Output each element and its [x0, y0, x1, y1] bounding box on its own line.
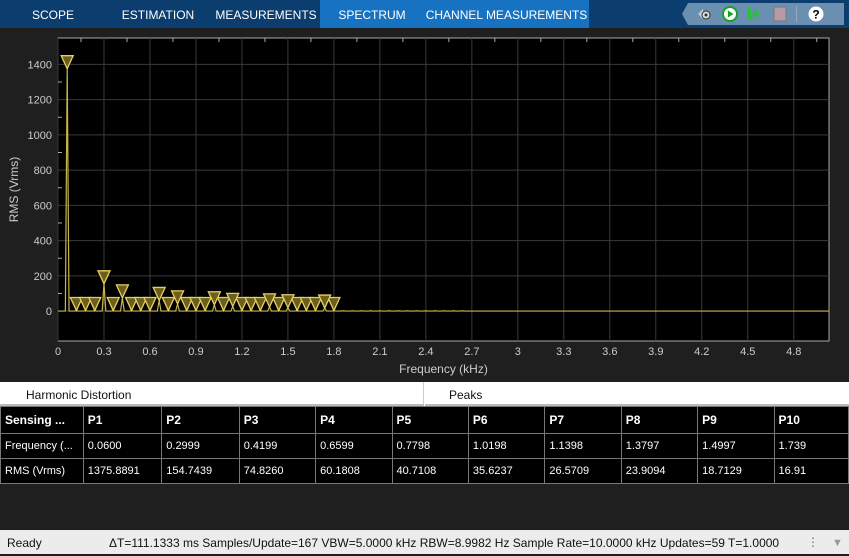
x-tick-label: 2.4: [418, 346, 433, 358]
column-header[interactable]: P8: [620, 406, 699, 434]
tab-estimation[interactable]: ESTIMATION: [110, 0, 206, 28]
x-tick-label: 1.2: [234, 346, 249, 358]
table-cell: 1.739: [773, 433, 849, 459]
y-tick-label: 1000: [28, 130, 52, 142]
y-axis-label: RMS (Vrms): [7, 157, 21, 223]
spectrum-chart[interactable]: 0 0.3 0.6 0.9 1.2 1.5 1.8 2.1 2.4 2.7 3 3.3 3.6 3.9 4.…: [0, 28, 849, 380]
column-header[interactable]: P6: [467, 406, 546, 434]
table-cell: 1.0198: [467, 433, 546, 459]
table-cell: 0.4199: [238, 433, 317, 459]
table-cell: 16.91: [773, 458, 849, 484]
table-header-row: Sensing ... P1 P2 P3 P4 P5 P6 P7 P8 P9 P10: [0, 406, 849, 434]
settings-icon[interactable]: [696, 6, 712, 22]
expand-icon[interactable]: ▼: [832, 530, 843, 556]
tab-harmonic-distortion[interactable]: Harmonic Distortion: [0, 382, 424, 406]
table-cell: 0.0600: [82, 433, 163, 459]
table-cell: 74.8260: [238, 458, 317, 484]
table-cell: 1.3797: [620, 433, 699, 459]
table-cell: 23.9094: [620, 458, 699, 484]
run-icon[interactable]: [722, 6, 738, 22]
toolstrip-tabs: SCOPE ESTIMATION MEASUREMENTS SPECTRUM C…: [0, 0, 849, 28]
column-header[interactable]: P3: [238, 406, 317, 434]
x-tick-label: 3.9: [648, 346, 663, 358]
x-tick-label: 4.5: [740, 346, 755, 358]
tab-measurements[interactable]: MEASUREMENTS: [212, 0, 320, 28]
more-options-icon[interactable]: ⋮: [807, 529, 819, 555]
peaks-table-container: Sensing ... P1 P2 P3 P4 P5 P6 P7 P8 P9 P10 Frequenc…: [0, 406, 849, 530]
table-cell: 0.7798: [391, 433, 469, 459]
y-tick-label: 400: [34, 236, 52, 248]
x-tick-label: 3: [515, 346, 521, 358]
x-tick-label: 0: [55, 346, 61, 358]
y-tick-label: 1200: [28, 95, 52, 107]
x-tick-label: 3.6: [602, 346, 617, 358]
y-tick-label: 200: [34, 271, 52, 283]
table-cell: 0.2999: [161, 433, 240, 459]
tab-spectrum[interactable]: SPECTRUM: [320, 0, 424, 28]
help-icon[interactable]: ?: [808, 6, 824, 22]
table-cell: 154.7439: [161, 458, 240, 484]
tab-channel-measurements[interactable]: CHANNEL MEASUREMENTS: [424, 0, 589, 28]
table-cell: 1.4997: [697, 433, 775, 459]
table-cell: 35.6237: [467, 458, 546, 484]
table-cell: 1375.8891: [82, 458, 163, 484]
measurements-panel: Harmonic Distortion Peaks Sensing ... P1 P…: [0, 382, 849, 530]
x-tick-label: 3.3: [556, 346, 571, 358]
column-header[interactable]: P5: [391, 406, 469, 434]
x-tick-label: 0.9: [188, 346, 203, 358]
tab-peaks[interactable]: Peaks: [425, 382, 849, 406]
x-tick-label: 1.5: [280, 346, 295, 358]
table-cell: RMS (Vrms): [0, 458, 84, 484]
x-tick-label: 0.3: [96, 346, 111, 358]
x-tick-label: 1.8: [326, 346, 341, 358]
step-forward-icon[interactable]: [746, 6, 762, 22]
table-cell: 26.5709: [544, 458, 622, 484]
y-tick-label: 600: [34, 200, 52, 212]
table-cell: Frequency (...: [0, 433, 84, 459]
x-tick-label: 2.7: [464, 346, 479, 358]
x-tick-label: 4.2: [694, 346, 709, 358]
column-header[interactable]: P10: [773, 406, 849, 434]
y-tick-label: 800: [34, 165, 52, 177]
column-header[interactable]: P9: [697, 406, 775, 434]
stop-icon[interactable]: [772, 6, 788, 22]
column-header[interactable]: Sensing ...: [0, 406, 84, 434]
x-tick-label: 0.6: [142, 346, 157, 358]
status-info: ΔT=111.1333 ms Samples/Update=167 VBW=5.…: [109, 536, 780, 550]
status-bar: Ready ΔT=111.1333 ms Samples/Update=167 …: [0, 530, 849, 554]
column-header[interactable]: P7: [544, 406, 622, 434]
table-row: RMS (Vrms) 1375.8891 154.7439 74.8260 60.180…: [0, 458, 849, 484]
table-cell: 0.6599: [315, 433, 393, 459]
peaks-table: Sensing ... P1 P2 P3 P4 P5 P6 P7 P8 P9 P10 Frequenc…: [0, 406, 849, 484]
table-cell: 60.1808: [315, 458, 393, 484]
tab-scope[interactable]: SCOPE: [0, 0, 106, 28]
column-header[interactable]: P4: [315, 406, 393, 434]
x-tick-label: 4.8: [786, 346, 801, 358]
column-header[interactable]: P1: [82, 406, 163, 434]
table-cell: 40.7108: [391, 458, 469, 484]
table-cell: 1.1398: [544, 433, 622, 459]
x-tick-label: 2.1: [372, 346, 387, 358]
simulation-toolbar: ?: [682, 3, 844, 25]
spectrum-plot: 0 0.3 0.6 0.9 1.2 1.5 1.8 2.1 2.4 2.7 3 3.3 3.6 3.9 4.…: [0, 28, 849, 380]
table-cell: 18.7129: [697, 458, 775, 484]
column-header[interactable]: P2: [161, 406, 240, 434]
status-state: Ready: [7, 536, 42, 550]
x-axis-label: Frequency (kHz): [399, 362, 488, 376]
y-tick-label: 1400: [28, 59, 52, 71]
y-tick-label: 0: [46, 306, 52, 318]
table-row: Frequency (... 0.0600 0.2999 0.4199 0.6599 0.…: [0, 433, 849, 459]
svg-text:?: ?: [812, 8, 819, 22]
